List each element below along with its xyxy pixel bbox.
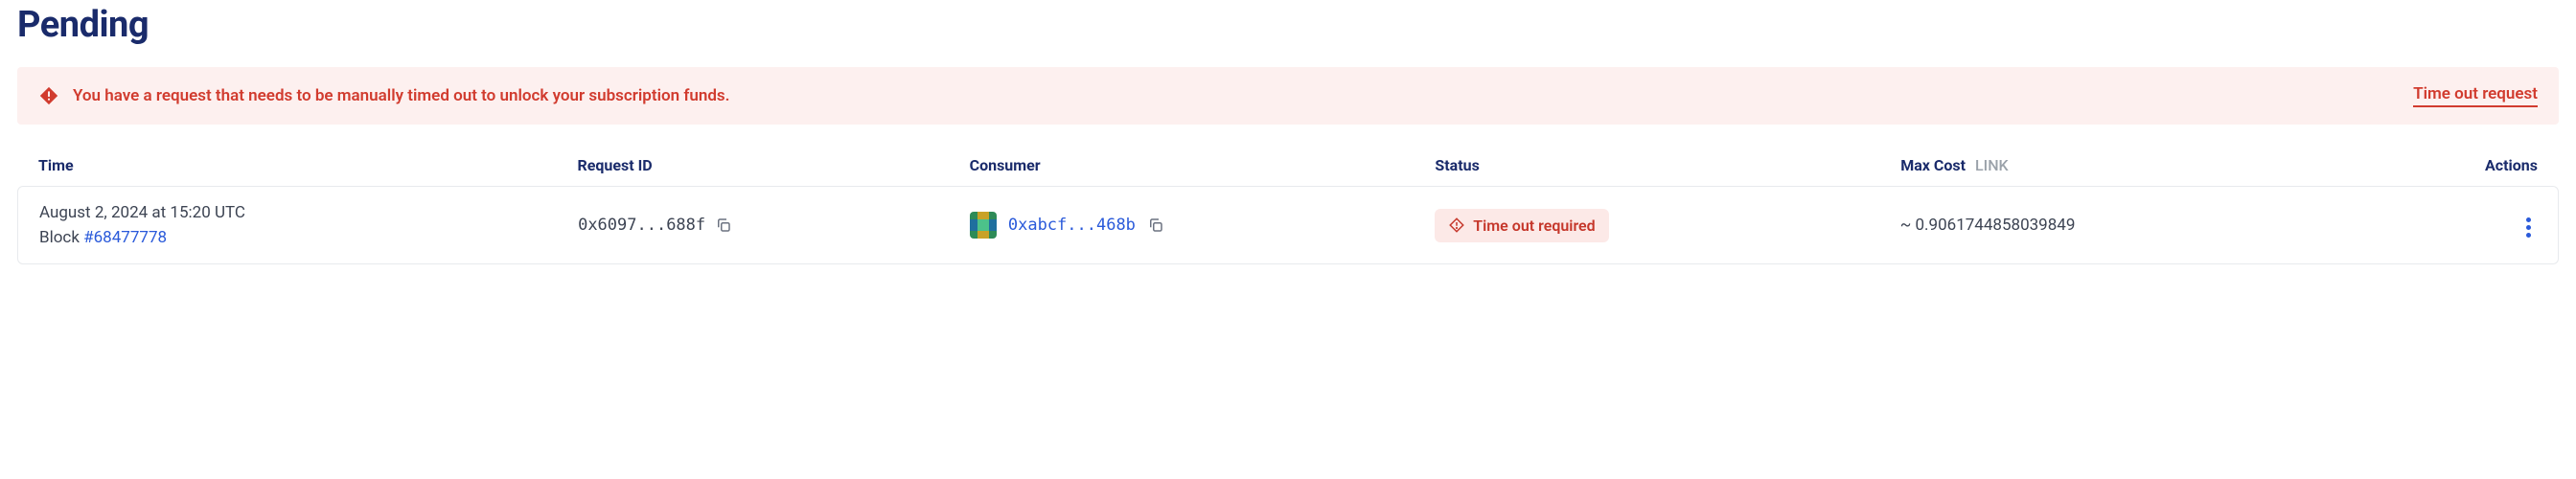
copy-icon[interactable]	[1147, 217, 1164, 234]
cell-status: Time out required	[1435, 209, 1899, 242]
cell-actions	[2414, 208, 2537, 243]
page-title: Pending	[17, 4, 2559, 46]
cell-request-id: 0x6097...688f	[578, 216, 970, 235]
col-time: Time	[38, 156, 578, 174]
col-max-cost-unit: LINK	[1975, 156, 2009, 174]
timeout-request-link[interactable]: Time out request	[2413, 84, 2538, 107]
copy-icon[interactable]	[715, 217, 732, 234]
alert-banner: You have a request that needs to be manu…	[17, 67, 2559, 125]
cell-time: August 2, 2024 at 15:20 UTC Block #68477…	[39, 203, 578, 247]
col-max-cost-label: Max Cost	[1900, 156, 1966, 174]
col-request-id: Request ID	[578, 156, 970, 174]
table-row: August 2, 2024 at 15:20 UTC Block #68477…	[17, 186, 2559, 264]
time-text: August 2, 2024 at 15:20 UTC	[39, 203, 578, 222]
table-header: Time Request ID Consumer Status Max Cost…	[17, 144, 2559, 186]
col-status: Status	[1435, 156, 1900, 174]
col-max-cost: Max Cost LINK	[1900, 156, 2415, 174]
status-text: Time out required	[1473, 217, 1595, 235]
actions-menu-button[interactable]	[2520, 212, 2537, 243]
request-id-text: 0x6097...688f	[578, 216, 705, 235]
cell-consumer: 0xabcf...468b	[970, 212, 1435, 239]
warning-icon	[1448, 217, 1465, 234]
consumer-avatar	[970, 212, 997, 239]
cell-max-cost: ~ 0.9061744858039849	[1900, 216, 2415, 235]
col-actions: Actions	[2415, 156, 2538, 174]
status-badge: Time out required	[1435, 209, 1608, 242]
alert-message: You have a request that needs to be manu…	[73, 86, 730, 105]
consumer-link[interactable]: 0xabcf...468b	[1008, 216, 1136, 235]
alert-icon	[38, 85, 59, 106]
block-label: Block	[39, 228, 83, 247]
col-consumer: Consumer	[970, 156, 1436, 174]
pending-table: Time Request ID Consumer Status Max Cost…	[17, 144, 2559, 264]
block-link[interactable]: #68477778	[83, 228, 167, 247]
